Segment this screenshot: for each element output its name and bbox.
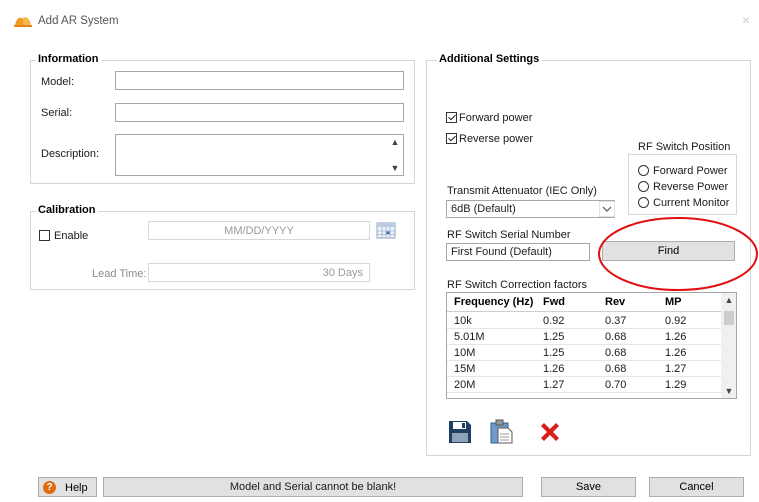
row-divider	[447, 376, 721, 377]
help-label: Help	[65, 482, 88, 494]
transmit-attenuator-value: 6dB (Default)	[451, 203, 516, 215]
row-cell-frequency[interactable]: 15M	[454, 363, 475, 375]
status-message: Model and Serial cannot be blank!	[103, 477, 523, 497]
forward-power-label: Forward power	[459, 112, 533, 124]
row-cell-mp[interactable]: 1.27	[665, 363, 686, 375]
calibration-date-input[interactable]: MM/DD/YYYY	[148, 221, 370, 240]
transmit-attenuator-select[interactable]: 6dB (Default)	[446, 200, 615, 218]
row-cell-mp[interactable]: 0.92	[665, 315, 686, 327]
row-cell-rev[interactable]: 0.68	[605, 363, 626, 375]
transmit-attenuator-label: Transmit Attenuator (IEC Only)	[447, 185, 597, 197]
annotation-ellipse	[598, 217, 758, 291]
serial-input[interactable]	[115, 103, 404, 122]
row-cell-fwd[interactable]: 1.26	[543, 363, 564, 375]
rf-switch-serial-label: RF Switch Serial Number	[447, 229, 571, 241]
window-title: Add AR System	[38, 15, 119, 27]
reverse-power-checkbox[interactable]	[446, 133, 457, 144]
radio-reverse-power[interactable]	[638, 181, 649, 192]
rf-switch-serial-input[interactable]: First Found (Default)	[446, 243, 590, 261]
chevron-up-icon[interactable]: ▲	[721, 293, 736, 307]
description-scrollbar[interactable]: ▲ ▼	[387, 135, 403, 175]
information-group-label: Information	[36, 53, 102, 65]
enable-checkbox[interactable]	[39, 230, 50, 241]
row-cell-fwd[interactable]: 1.25	[543, 347, 564, 359]
radio-forward-power-label: Forward Power	[653, 165, 728, 177]
chevron-down-icon[interactable]: ▼	[387, 161, 403, 175]
radio-reverse-power-label: Reverse Power	[653, 181, 729, 193]
correction-factors-label: RF Switch Correction factors	[447, 279, 587, 291]
title-bar: Add AR System ×	[0, 0, 759, 40]
description-label: Description:	[41, 148, 100, 160]
scroll-thumb[interactable]	[724, 311, 734, 325]
cancel-button[interactable]: Cancel	[649, 477, 744, 497]
header-divider	[447, 311, 721, 312]
col-header-fwd[interactable]: Fwd	[543, 296, 565, 308]
row-cell-frequency[interactable]: 20M	[454, 379, 475, 391]
app-logo-icon	[14, 17, 32, 27]
row-cell-mp[interactable]: 1.29	[665, 379, 686, 391]
row-cell-frequency[interactable]: 5.01M	[454, 331, 485, 343]
reverse-power-label: Reverse power	[459, 133, 533, 145]
enable-label: Enable	[54, 230, 89, 242]
radio-forward-power[interactable]	[638, 165, 649, 176]
row-cell-frequency[interactable]: 10M	[454, 347, 475, 359]
rf-switch-position-title: RF Switch Position	[638, 141, 731, 153]
additional-settings-label: Additional Settings	[437, 53, 543, 65]
close-icon[interactable]: ×	[742, 12, 750, 28]
radio-current-monitor-label: Current Monitor	[653, 197, 730, 209]
row-divider	[447, 344, 721, 345]
delete-x-icon[interactable]	[538, 420, 562, 444]
lead-time-input[interactable]: 30 Days	[148, 263, 370, 282]
calendar-icon[interactable]	[376, 221, 396, 239]
description-textarea[interactable]	[115, 134, 404, 176]
save-button[interactable]: Save	[541, 477, 636, 497]
row-cell-frequency[interactable]: 10k	[454, 315, 472, 327]
save-disk-icon[interactable]	[448, 420, 472, 444]
calibration-group-label: Calibration	[36, 204, 99, 216]
col-header-frequency[interactable]: Frequency (Hz)	[454, 296, 533, 308]
row-cell-rev[interactable]: 0.70	[605, 379, 626, 391]
row-cell-rev[interactable]: 0.68	[605, 347, 626, 359]
radio-current-monitor[interactable]	[638, 197, 649, 208]
row-cell-fwd[interactable]: 1.27	[543, 379, 564, 391]
row-divider	[447, 360, 721, 361]
table-scrollbar[interactable]: ▲ ▼	[721, 293, 736, 398]
lead-time-label: Lead Time:	[92, 268, 147, 280]
chevron-down-icon[interactable]: ▼	[721, 384, 736, 398]
correction-factors-table: Frequency (Hz) Fwd Rev MP 10k 0.92 0.37 …	[446, 292, 737, 399]
row-cell-rev[interactable]: 0.37	[605, 315, 626, 327]
model-label: Model:	[41, 76, 75, 88]
col-header-mp[interactable]: MP	[665, 296, 682, 308]
serial-label: Serial:	[41, 107, 73, 119]
row-cell-rev[interactable]: 0.68	[605, 331, 626, 343]
col-header-rev[interactable]: Rev	[605, 296, 625, 308]
row-cell-fwd[interactable]: 0.92	[543, 315, 564, 327]
chevron-down-icon[interactable]	[599, 201, 615, 217]
help-button[interactable]: ? Help	[38, 477, 97, 497]
model-input[interactable]	[115, 71, 404, 90]
row-divider	[447, 392, 721, 393]
help-question-icon: ?	[43, 481, 56, 494]
row-divider	[447, 328, 721, 329]
row-cell-mp[interactable]: 1.26	[665, 347, 686, 359]
row-cell-fwd[interactable]: 1.25	[543, 331, 564, 343]
forward-power-checkbox[interactable]	[446, 112, 457, 123]
paste-clipboard-icon[interactable]	[489, 418, 513, 444]
row-cell-mp[interactable]: 1.26	[665, 331, 686, 343]
chevron-up-icon[interactable]: ▲	[387, 135, 403, 149]
